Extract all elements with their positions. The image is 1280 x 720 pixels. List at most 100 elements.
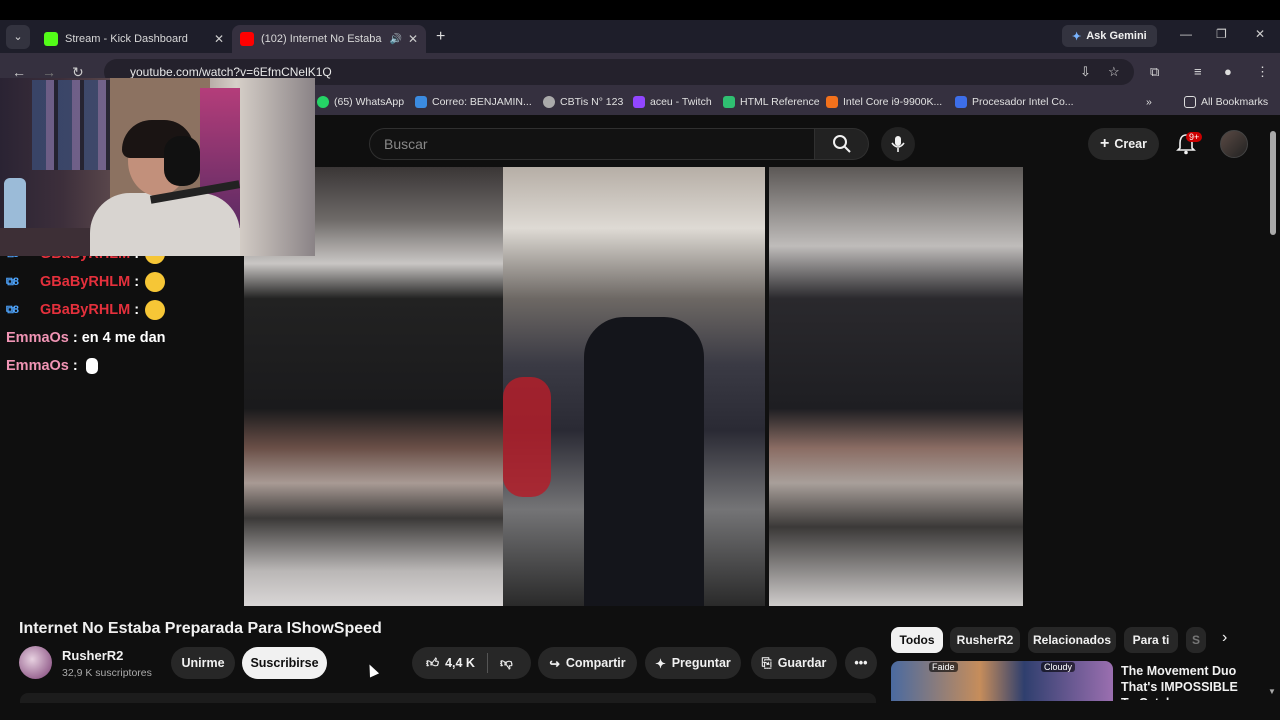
- bookmark-label: aceu - Twitch: [650, 96, 712, 108]
- share-label: Compartir: [565, 656, 626, 670]
- chip-para-ti[interactable]: Para ti: [1124, 627, 1178, 653]
- create-button[interactable]: + Crear: [1088, 128, 1160, 160]
- thumbs-down-icon[interactable]: 👎︎: [500, 656, 513, 671]
- tab-title: Stream - Kick Dashboard: [65, 33, 188, 45]
- subscriber-count: 32,9 K suscriptores: [62, 667, 152, 679]
- install-app-icon[interactable]: ⇩: [1080, 64, 1091, 80]
- channel-avatar[interactable]: [19, 646, 52, 679]
- media-control-icon[interactable]: ≡: [1194, 64, 1202, 79]
- bookmark-intel-i9[interactable]: Intel Core i9-9900K...: [826, 96, 942, 108]
- subscribe-button[interactable]: Suscribirse: [242, 647, 327, 679]
- channel-name[interactable]: RusherR2: [62, 648, 123, 663]
- save-button[interactable]: ⎘ Guardar: [751, 647, 837, 679]
- bookmark-procesador[interactable]: Procesador Intel Co...: [955, 96, 1074, 108]
- all-bookmarks[interactable]: All Bookmarks: [1184, 96, 1268, 108]
- share-button[interactable]: ↪ Compartir: [538, 647, 637, 679]
- close-tab-icon[interactable]: ✕: [408, 32, 418, 46]
- chevron-down-icon: ⌄: [13, 31, 23, 43]
- chip-partial[interactable]: S: [1186, 627, 1206, 653]
- top-strip: [0, 0, 1280, 20]
- description-box-top[interactable]: [20, 693, 876, 703]
- more-actions-button[interactable]: •••: [845, 647, 877, 679]
- sparkle-icon: ✦: [655, 656, 666, 671]
- tab-search-button[interactable]: ⌄: [6, 24, 30, 49]
- bookmark-star-icon[interactable]: ☆: [1108, 64, 1120, 80]
- chevron-right-icon[interactable]: ›: [1222, 629, 1227, 647]
- profile-icon[interactable]: ●: [1224, 64, 1232, 79]
- chip-todos[interactable]: Todos: [891, 627, 943, 653]
- bookmark-twitch[interactable]: aceu - Twitch: [633, 96, 712, 108]
- join-button[interactable]: Unirme: [171, 647, 235, 679]
- account-avatar[interactable]: [1220, 130, 1248, 158]
- page-scrollbar[interactable]: [1270, 131, 1276, 235]
- chat-separator: :: [72, 330, 78, 346]
- chip-relacionados[interactable]: Relacionados: [1028, 627, 1116, 653]
- chat-message: ⧉8 GBaByRHLM :: [6, 268, 166, 296]
- video-blurred-right: [769, 167, 1023, 606]
- kick-favicon-icon: [44, 32, 58, 46]
- plus-icon: +: [1100, 135, 1110, 152]
- recommended-title[interactable]: The Movement Duo That's IMPOSSIBLE To Ca…: [1121, 663, 1251, 700]
- voice-search-button[interactable]: [881, 127, 915, 161]
- close-window-icon[interactable]: ✕: [1255, 27, 1265, 41]
- tab-kick-dashboard[interactable]: Stream - Kick Dashboard ✕: [36, 25, 232, 53]
- search-button[interactable]: [815, 128, 869, 160]
- bookmark-label: (65) WhatsApp: [334, 96, 405, 108]
- restore-icon[interactable]: ❐: [1216, 27, 1227, 41]
- share-icon: ↪: [549, 656, 560, 671]
- more-bookmarks-icon[interactable]: »: [1146, 96, 1152, 108]
- bookmark-label: Intel Core i9-9900K...: [843, 96, 943, 108]
- chat-username: EmmaOs: [6, 358, 69, 374]
- ask-button[interactable]: ✦ Preguntar: [645, 647, 741, 679]
- bookmark-html-reference[interactable]: HTML Reference: [723, 96, 820, 108]
- new-tab-icon[interactable]: +: [436, 28, 445, 46]
- person-dark-suit: [584, 317, 704, 606]
- save-label: Guardar: [777, 656, 827, 670]
- url-text: youtube.com/watch?v=6EfmCNelK1Q: [130, 65, 332, 79]
- scroll-down-icon[interactable]: ▼: [1268, 687, 1276, 696]
- like-dislike-group: 👍︎ 4,4 K 👎︎: [412, 647, 531, 679]
- search-input[interactable]: Buscar: [369, 128, 815, 160]
- video-title: Internet No Estaba Preparada Para IShowS…: [19, 620, 382, 637]
- chat-message: EmmaOs : en 4 me dan: [6, 324, 166, 352]
- chip-label: RusherR2: [956, 633, 1014, 647]
- wall-posters: [32, 80, 112, 170]
- chip-label: Todos: [899, 633, 935, 647]
- headset-icon: [164, 136, 200, 186]
- amazon-icon: [826, 96, 838, 108]
- chip-label: Relacionados: [1032, 633, 1112, 647]
- yawning-emoji-icon: [145, 272, 166, 292]
- thumbs-up-icon[interactable]: 👍︎: [426, 656, 439, 671]
- more-horizontal-icon: •••: [854, 656, 868, 670]
- chip-label: Para ti: [1132, 633, 1170, 647]
- close-tab-icon[interactable]: ✕: [214, 32, 224, 46]
- minimize-icon[interactable]: —: [1180, 27, 1192, 41]
- chat-username: EmmaOs: [6, 330, 69, 346]
- ask-label: Preguntar: [671, 656, 731, 670]
- stream-chat-overlay: ⧉8 GBaByRHLM : ⧉8 GBaByRHLM : ⧉8 GBaByRH…: [6, 240, 166, 380]
- webcam-overlay: [0, 78, 315, 256]
- join-label: Unirme: [181, 656, 225, 670]
- like-count[interactable]: 4,4 K: [445, 656, 475, 670]
- menu-kebab-icon[interactable]: ⋮: [1256, 64, 1269, 80]
- chip-channel[interactable]: RusherR2: [950, 627, 1020, 653]
- ask-gemini-label: Ask Gemini: [1086, 30, 1147, 42]
- bookmark-label: Correo: BENJAMIN...: [432, 96, 532, 108]
- speaker-icon[interactable]: 🔊: [389, 34, 401, 45]
- ask-gemini-button[interactable]: ✦ Ask Gemini: [1062, 25, 1157, 47]
- chat-separator: :: [134, 274, 140, 290]
- extensions-icon[interactable]: ⧉: [1150, 64, 1159, 80]
- tab-youtube-video[interactable]: (102) Internet No Estaba Pr 🔊 ✕: [232, 25, 426, 53]
- chat-username: GBaByRHLM: [40, 302, 131, 318]
- whatsapp-icon: [317, 96, 329, 108]
- document-icon: [955, 96, 967, 108]
- video-player[interactable]: [244, 167, 1023, 606]
- chat-message: ⧉8 GBaByRHLM :: [6, 296, 166, 324]
- bookmark-cbtis[interactable]: CBTis N° 123: [543, 96, 623, 108]
- bookmark-whatsapp[interactable]: (65) WhatsApp: [317, 96, 404, 108]
- bookmark-correo[interactable]: Correo: BENJAMIN...: [415, 96, 532, 108]
- w3-icon: [723, 96, 735, 108]
- search-placeholder: Buscar: [384, 136, 428, 152]
- recommended-thumbnail[interactable]: Faide Cloudy: [891, 661, 1113, 701]
- chat-badge-icon: ⧉8: [6, 275, 19, 288]
